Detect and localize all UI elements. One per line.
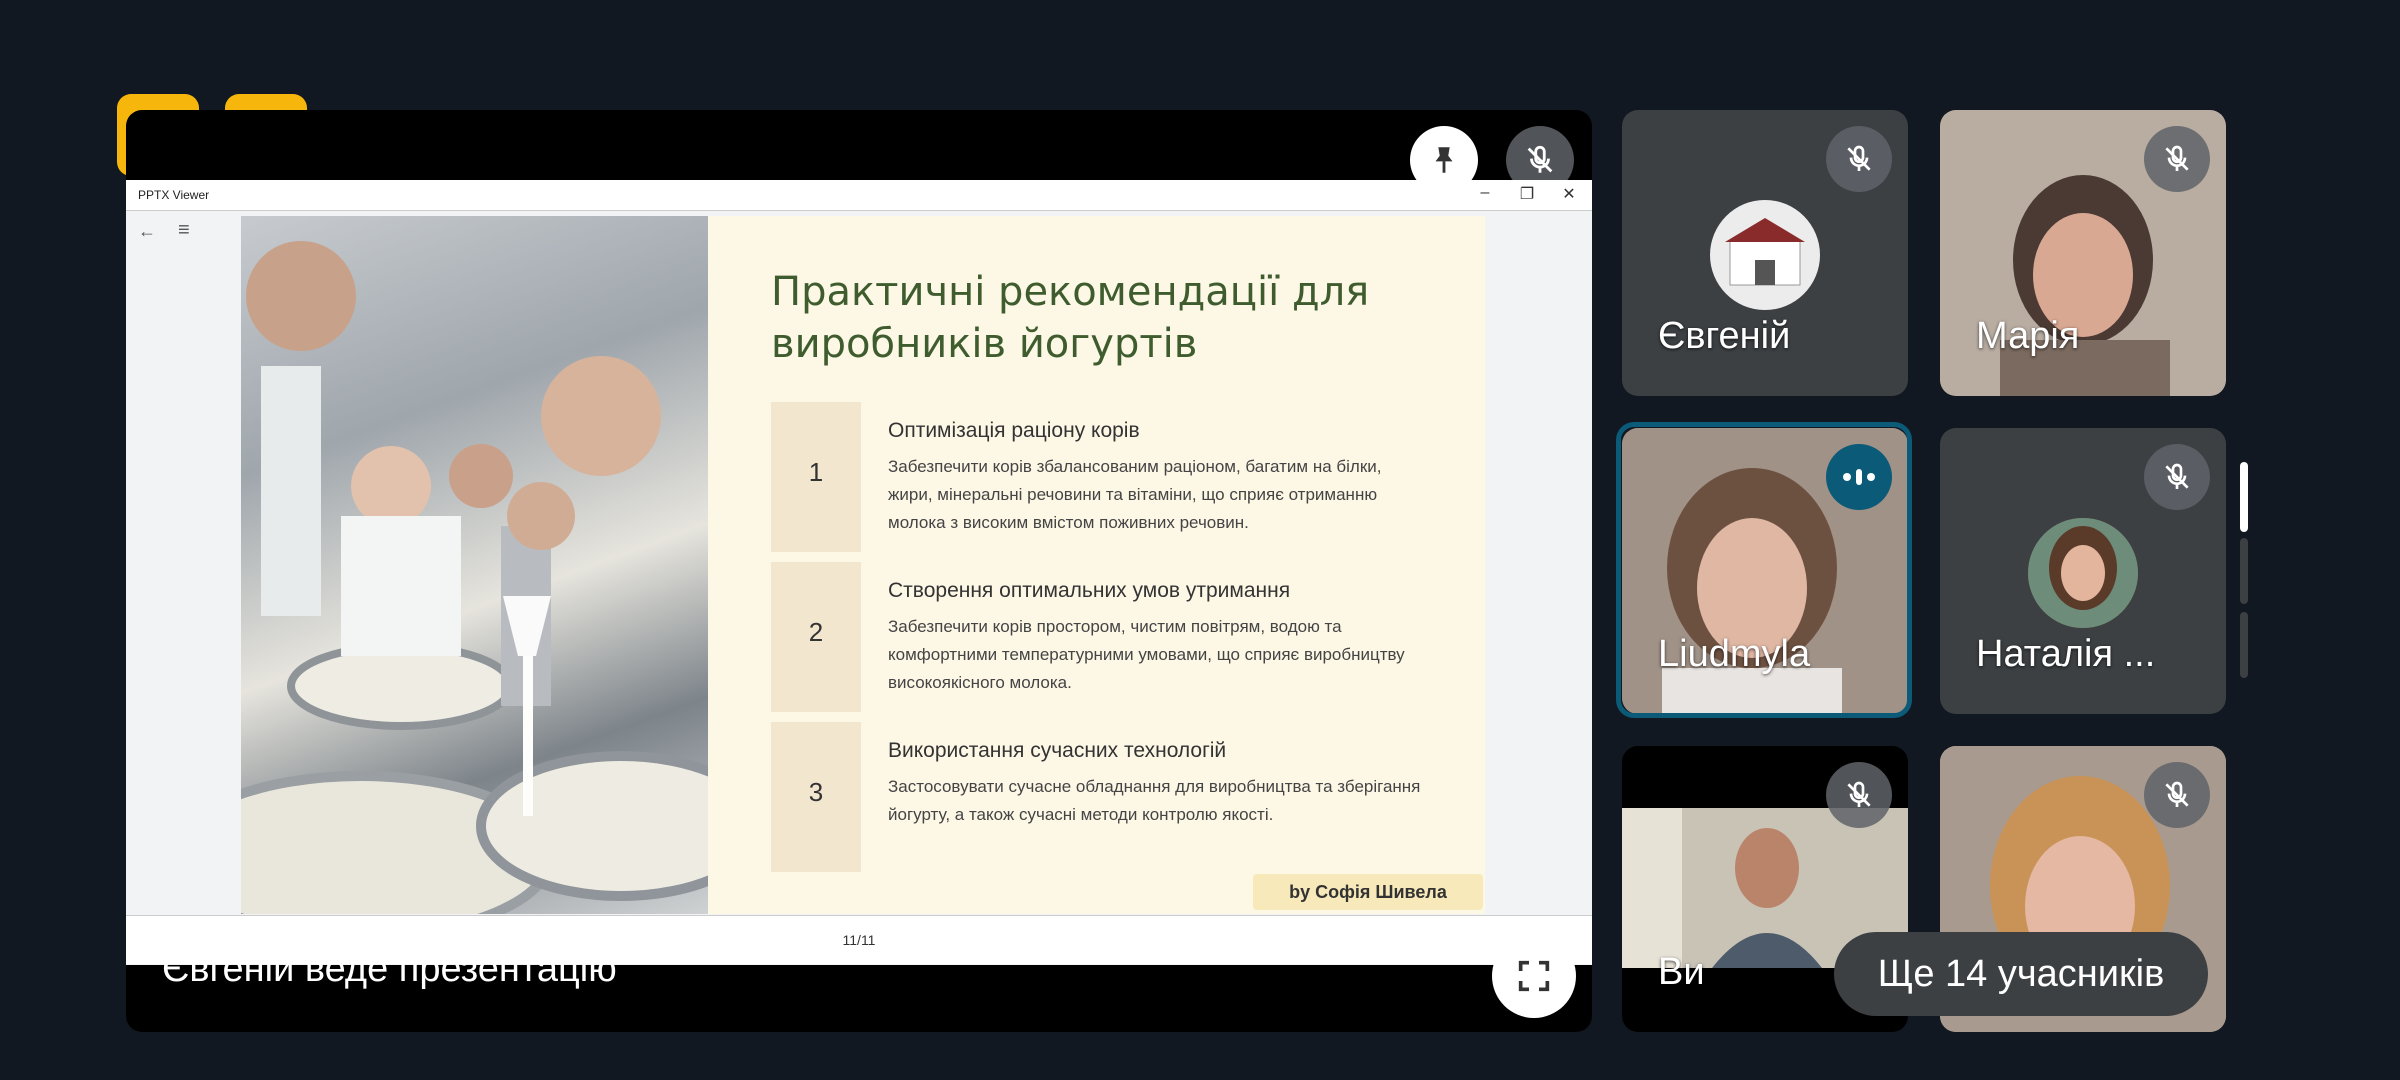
avatar: [1710, 200, 1820, 310]
minimize-icon[interactable]: –: [1470, 184, 1500, 202]
step-number: 1: [808, 457, 824, 487]
close-icon[interactable]: ✕: [1554, 184, 1584, 204]
scrollbar-segment: [2240, 612, 2248, 678]
menu-icon[interactable]: ≡: [178, 219, 190, 242]
participant-name: Євгеній: [1658, 315, 1791, 357]
more-participants-button[interactable]: Ще 14 учасників: [1834, 932, 2208, 1016]
participant-tile[interactable]: Марія: [1940, 110, 2226, 396]
scrollbar-thumb[interactable]: [2240, 462, 2248, 532]
viewer-side-nav: ← ≡: [126, 211, 240, 911]
mic-off-icon: [1826, 762, 1892, 828]
step-number-box: 2: [771, 562, 861, 712]
item-body: Забезпечити корів простором, чистим пові…: [888, 617, 1405, 692]
presenting-label: Євгеній веде презентацію: [162, 948, 617, 990]
participant-name: Марія: [1976, 315, 2080, 357]
participant-name: Наталія ...: [1976, 633, 2156, 675]
yogurt-factory-photo: [241, 216, 766, 914]
scrollbar-segment: [2240, 538, 2248, 604]
mic-off-icon: [1826, 126, 1892, 192]
page-indicator: 11/11: [842, 932, 876, 948]
avatar: [2028, 518, 2138, 628]
item-body: Застосовувати сучасне обладнання для вир…: [888, 777, 1421, 824]
step-number-box: 3: [771, 722, 861, 872]
participant-tile[interactable]: Євгеній: [1622, 110, 1908, 396]
slide: Практичні рекомендації для виробників йо…: [241, 216, 1485, 914]
viewer-titlebar: PPTX Viewer – ❐ ✕: [126, 180, 1592, 211]
slide-title: Практичні рекомендації для виробників йо…: [771, 269, 1370, 367]
participant-tile[interactable]: Наталія ...: [1940, 428, 2226, 714]
fullscreen-icon[interactable]: [1492, 934, 1576, 1018]
step-number-box: 1: [771, 402, 861, 552]
active-speaker-ring: [1616, 422, 1912, 718]
mic-off-icon: [2144, 762, 2210, 828]
item-heading: Створення оптимальних умов утримання: [888, 579, 1291, 602]
participant-name: Ви: [1658, 951, 1705, 993]
viewer-title: PPTX Viewer: [138, 188, 210, 202]
back-arrow-icon[interactable]: ←: [138, 221, 156, 242]
mic-off-icon: [2144, 444, 2210, 510]
step-number: 2: [808, 617, 824, 647]
restore-icon[interactable]: ❐: [1512, 184, 1542, 204]
item-body: Забезпечити корів збалансованим раціоном…: [888, 457, 1382, 532]
item-heading: Оптимізація раціону корів: [888, 419, 1140, 442]
step-number: 3: [808, 777, 824, 807]
mic-off-icon: [2144, 126, 2210, 192]
pptx-viewer-window: PPTX Viewer – ❐ ✕ ← ≡ Практичні рекоменд…: [126, 180, 1592, 965]
slide-author: by Софія Шивела: [1253, 874, 1483, 910]
item-heading: Використання сучасних технологій: [888, 739, 1227, 762]
